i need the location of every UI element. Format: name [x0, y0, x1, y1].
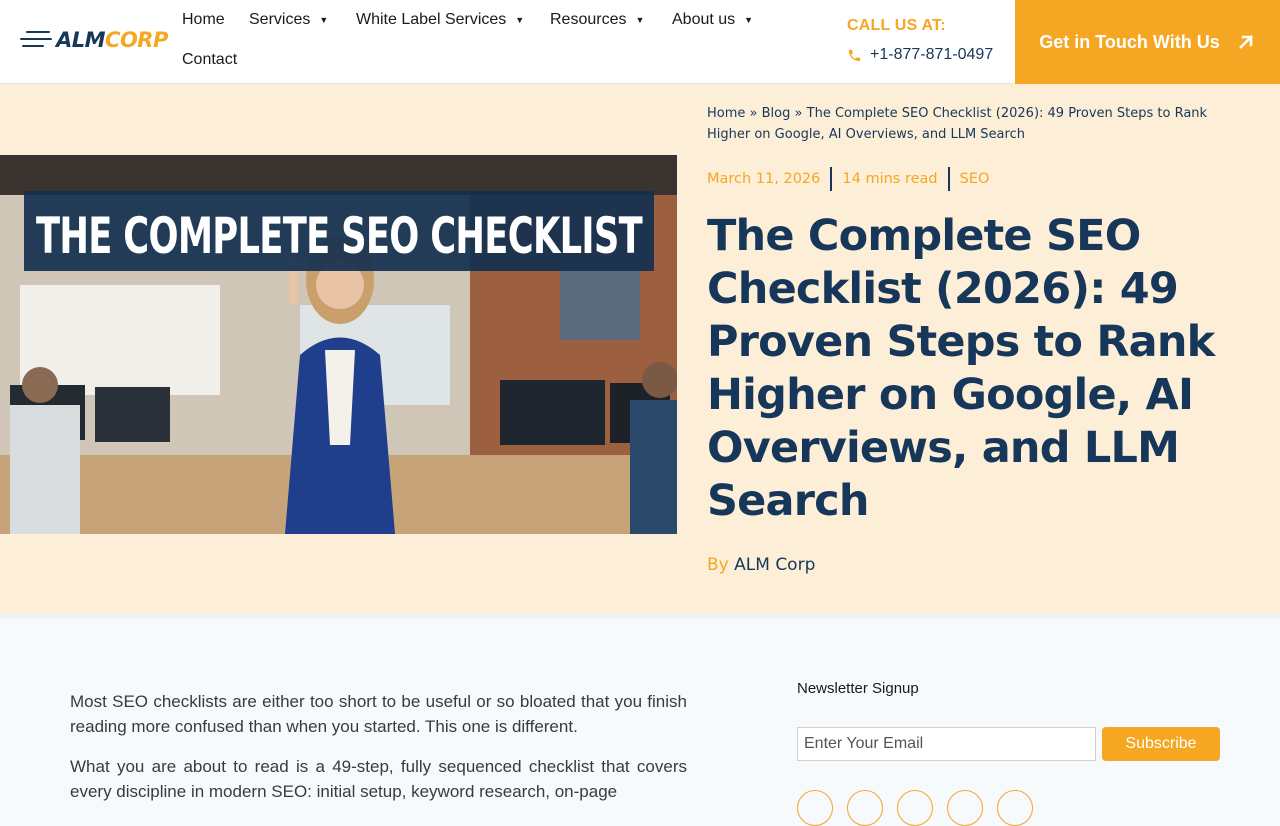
- nav-about-label: About us: [672, 11, 736, 28]
- cta-label: Get in Touch With Us: [1039, 31, 1220, 52]
- category-link[interactable]: SEO: [960, 171, 990, 187]
- newsletter-form: Subscribe: [797, 727, 1220, 761]
- site-header: ALMCORP Home Services ▼ White Label Serv…: [0, 0, 1280, 84]
- newsletter-title: Newsletter Signup: [797, 680, 919, 697]
- get-in-touch-button[interactable]: Get in Touch With Us: [1015, 0, 1280, 84]
- phone-number: +1-877-871-0497: [870, 46, 994, 63]
- article-paragraph: What you are about to read is a 49-step,…: [70, 757, 687, 801]
- social-icon[interactable]: [997, 790, 1033, 826]
- nav-white-label-services[interactable]: White Label Services ▼: [356, 11, 524, 29]
- post-meta: March 11, 2026 14 mins read SEO: [707, 167, 989, 191]
- logo[interactable]: ALMCORP: [20, 28, 168, 52]
- nav-white-label-label: White Label Services: [356, 11, 507, 28]
- social-icon[interactable]: [797, 790, 833, 826]
- breadcrumb-separator: »: [794, 106, 803, 121]
- menu-lines-icon: [20, 29, 52, 51]
- subscribe-button[interactable]: Subscribe: [1102, 727, 1220, 761]
- nav-resources[interactable]: Resources ▼: [550, 11, 644, 29]
- phone-icon: [848, 49, 861, 61]
- nav-services[interactable]: Services ▼: [249, 11, 328, 29]
- image-caption: THE COMPLETE SEO CHECKLIST: [36, 207, 643, 265]
- nav-about-us[interactable]: About us ▼: [672, 11, 753, 29]
- byline-prefix: By: [707, 555, 729, 575]
- hero-divider: [0, 614, 1280, 620]
- social-links: [797, 790, 1033, 826]
- call-us-label: CALL US AT:: [847, 17, 946, 34]
- caret-down-icon: ▼: [319, 15, 329, 25]
- social-icon[interactable]: [947, 790, 983, 826]
- caret-down-icon: ▼: [515, 15, 525, 25]
- breadcrumb-separator: »: [749, 106, 758, 121]
- author-link[interactable]: ALM Corp: [734, 555, 815, 575]
- call-us-block: CALL US AT: +1-877-871-0497: [847, 17, 993, 64]
- post-date: March 11, 2026: [707, 171, 821, 187]
- nav-home-label: Home: [182, 11, 225, 28]
- page-title: The Complete SEO Checklist (2026): 49 Pr…: [707, 211, 1215, 526]
- nav-services-label: Services: [249, 11, 311, 28]
- caret-down-icon: ▼: [744, 15, 754, 25]
- byline: By ALM Corp: [707, 555, 815, 575]
- breadcrumb: Home » Blog » The Complete SEO Checklist…: [707, 103, 1227, 145]
- caret-down-icon: ▼: [635, 15, 645, 25]
- logo-text: ALMCORP: [56, 28, 168, 52]
- meta-divider: [947, 167, 950, 191]
- social-icon[interactable]: [847, 790, 883, 826]
- meta-divider: [830, 167, 833, 191]
- nav-resources-label: Resources: [550, 11, 627, 28]
- article-paragraph: Most SEO checklists are either too short…: [70, 692, 687, 736]
- newsletter-widget: Newsletter Signup Subscribe: [797, 680, 1220, 761]
- breadcrumb-home[interactable]: Home: [707, 106, 745, 121]
- social-icon[interactable]: [897, 790, 933, 826]
- nav-contact-label: Contact: [182, 51, 238, 68]
- phone-link[interactable]: +1-877-871-0497: [847, 46, 993, 64]
- arrow-up-right-icon: [1238, 35, 1253, 49]
- read-time: 14 mins read: [842, 171, 938, 187]
- featured-image: THE COMPLETE SEO CHECKLIST: [0, 155, 677, 534]
- nav-home[interactable]: Home: [182, 11, 225, 29]
- email-input[interactable]: [797, 727, 1096, 761]
- nav-contact[interactable]: Contact: [182, 51, 237, 69]
- breadcrumb-blog[interactable]: Blog: [762, 106, 791, 121]
